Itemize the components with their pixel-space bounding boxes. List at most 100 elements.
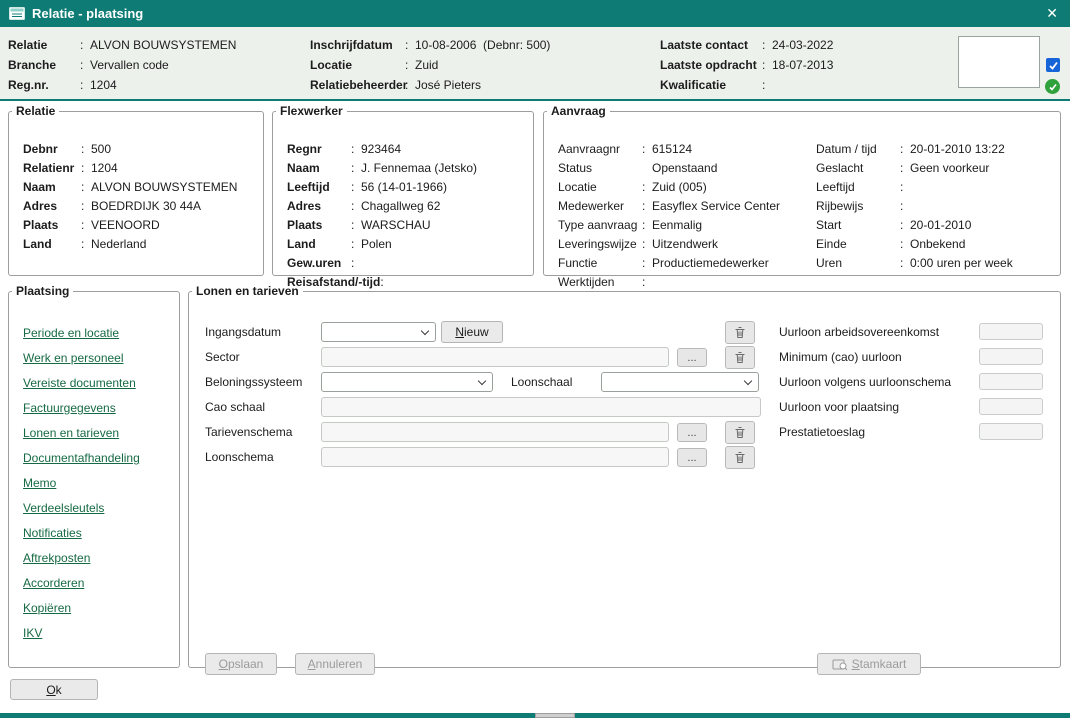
header-row: Relatiebeheerder:José Pieters — [310, 75, 550, 95]
sidebar-link-memo[interactable]: Memo — [23, 476, 56, 490]
field-row: Leeftijd: — [816, 178, 1013, 197]
field-row: StatusOpenstaand — [558, 159, 780, 178]
nav-row: Lonen en tarieven — [23, 426, 140, 451]
button-label: Nieuw — [455, 325, 488, 339]
prestatietoeslag-input[interactable] — [979, 423, 1043, 440]
sidebar-link-kopieren[interactable]: Kopiëren — [23, 601, 71, 615]
field-label: Reg.nr. — [8, 75, 80, 95]
field-value: 20-01-2010 13:22 — [910, 140, 1005, 159]
ingangsdatum-select[interactable] — [321, 322, 436, 342]
aanvraag-groupbox: Aanvraag Aanvraagnr:615124 StatusOpensta… — [543, 104, 1061, 276]
ok-button[interactable]: Ok — [10, 679, 98, 700]
sidebar-link-lonen-en-tarieven[interactable]: Lonen en tarieven — [23, 426, 119, 440]
field-label: Laatste contact — [660, 35, 762, 55]
sidebar-link-periode-en-locatie[interactable]: Periode en locatie — [23, 326, 119, 340]
field-row: Locatie:Zuid (005) — [558, 178, 780, 197]
field-label: Inschrijfdatum — [310, 35, 405, 55]
sidebar-link-accorderen[interactable]: Accorderen — [23, 576, 84, 590]
field-label: Gew.uren — [287, 254, 351, 273]
uurloon-arbeidsovereenkomst-input[interactable] — [979, 323, 1043, 340]
loonschema-label: Loonschema — [205, 447, 274, 467]
ingangsdatum-delete-button[interactable] — [725, 321, 755, 344]
sidebar-link-documentafhandeling[interactable]: Documentafhandeling — [23, 451, 140, 465]
tarievenschema-delete-button[interactable] — [725, 421, 755, 444]
sidebar-link-verdeelsleutels[interactable]: Verdeelsleutels — [23, 501, 104, 515]
active-checkbox[interactable] — [1046, 58, 1060, 72]
stamkaart-button[interactable]: Stamkaart — [817, 653, 921, 675]
window-icon — [9, 7, 25, 20]
nav-row: Aftrekposten — [23, 551, 140, 576]
field-colon: : — [351, 216, 361, 235]
field-row: Rijbewijs: — [816, 197, 1013, 216]
loonschema-browse-button[interactable]: ... — [677, 448, 707, 467]
flexwerker-fields: Regnr:923464 Naam:J. Fennemaa (Jetsko) L… — [287, 140, 477, 292]
tarievenschema-input[interactable] — [321, 422, 669, 442]
field-label: Uren — [816, 254, 900, 273]
field-value: 500 — [91, 140, 111, 159]
sector-delete-button[interactable] — [725, 346, 755, 369]
cao-schaal-input[interactable] — [321, 397, 761, 417]
field-label: Rijbewijs — [816, 197, 900, 216]
loonschaal-select[interactable] — [601, 372, 759, 392]
field-colon: : — [81, 197, 91, 216]
sidebar-link-ikv[interactable]: IKV — [23, 626, 42, 640]
groupbox-legend: Aanvraag — [547, 104, 610, 118]
sidebar-link-factuurgegevens[interactable]: Factuurgegevens — [23, 401, 116, 415]
field-value: Polen — [361, 235, 392, 254]
relatie-fields: Debnr:500 Relatienr:1204 Naam:ALVON BOUW… — [23, 140, 237, 254]
trash-icon — [734, 451, 746, 464]
loonschema-delete-button[interactable] — [725, 446, 755, 469]
sidebar-link-werk-en-personeel[interactable]: Werk en personeel — [23, 351, 124, 365]
sidebar-link-notificaties[interactable]: Notificaties — [23, 526, 82, 540]
header-row: Reg.nr.:1204 — [8, 75, 236, 95]
field-label: Aanvraagnr — [558, 140, 642, 159]
field-colon: : — [80, 35, 90, 55]
field-colon: : — [900, 254, 910, 273]
field-label: Leeftijd — [816, 178, 900, 197]
annuleren-button[interactable]: Annuleren — [295, 653, 375, 675]
hscrollbar-thumb[interactable] — [535, 713, 575, 718]
field-label: Relatie — [8, 35, 80, 55]
tarievenschema-browse-button[interactable]: ... — [677, 423, 707, 442]
field-label: Start — [816, 216, 900, 235]
aanvraag-right-fields: Datum / tijd:20-01-2010 13:22 Geslacht:G… — [816, 140, 1013, 273]
trash-icon — [734, 326, 746, 339]
field-colon — [642, 159, 652, 178]
field-colon: : — [900, 159, 910, 178]
button-label: Annuleren — [308, 657, 363, 671]
nieuw-button[interactable]: Nieuw — [441, 321, 503, 343]
field-colon: : — [405, 75, 415, 95]
minimum-cao-uurloon-input[interactable] — [979, 348, 1043, 365]
field-colon: : — [900, 216, 910, 235]
field-label: Medewerker — [558, 197, 642, 216]
opslaan-button[interactable]: Opslaan — [205, 653, 277, 675]
chevron-down-icon — [744, 377, 752, 385]
field-label: Datum / tijd — [816, 140, 900, 159]
field-row: Plaats:VEENOORD — [23, 216, 237, 235]
sidebar-link-aftrekposten[interactable]: Aftrekposten — [23, 551, 90, 565]
header-row: Laatste contact:24-03-2022 — [660, 35, 833, 55]
beloningssysteem-select[interactable] — [321, 372, 493, 392]
field-colon: : — [351, 254, 361, 273]
field-colon: : — [762, 35, 772, 55]
sector-input[interactable] — [321, 347, 669, 367]
header-row: Relatie:ALVON BOUWSYSTEMEN — [8, 35, 236, 55]
field-row: Adres:BOEDRDIJK 30 44A — [23, 197, 237, 216]
sector-browse-button[interactable]: ... — [677, 348, 707, 367]
header-column-registration: Inschrijfdatum:10-08-2006 (Debnr: 500) L… — [310, 35, 550, 95]
uurloon-volgens-uurloonschema-input[interactable] — [979, 373, 1043, 390]
field-row: Land:Nederland — [23, 235, 237, 254]
uurloon-voor-plaatsing-input[interactable] — [979, 398, 1043, 415]
sidebar-link-vereiste-documenten[interactable]: Vereiste documenten — [23, 376, 136, 390]
close-icon[interactable]: ✕ — [1043, 5, 1061, 22]
field-colon: : — [81, 140, 91, 159]
field-label: Regnr — [287, 140, 351, 159]
chevron-down-icon — [478, 377, 486, 385]
field-label: Plaats — [23, 216, 81, 235]
field-colon: : — [900, 197, 910, 216]
loonschema-input[interactable] — [321, 447, 669, 467]
field-colon: : — [351, 178, 361, 197]
field-row: Start:20-01-2010 — [816, 216, 1013, 235]
field-label: Branche — [8, 55, 80, 75]
nav-row: Periode en locatie — [23, 326, 140, 351]
